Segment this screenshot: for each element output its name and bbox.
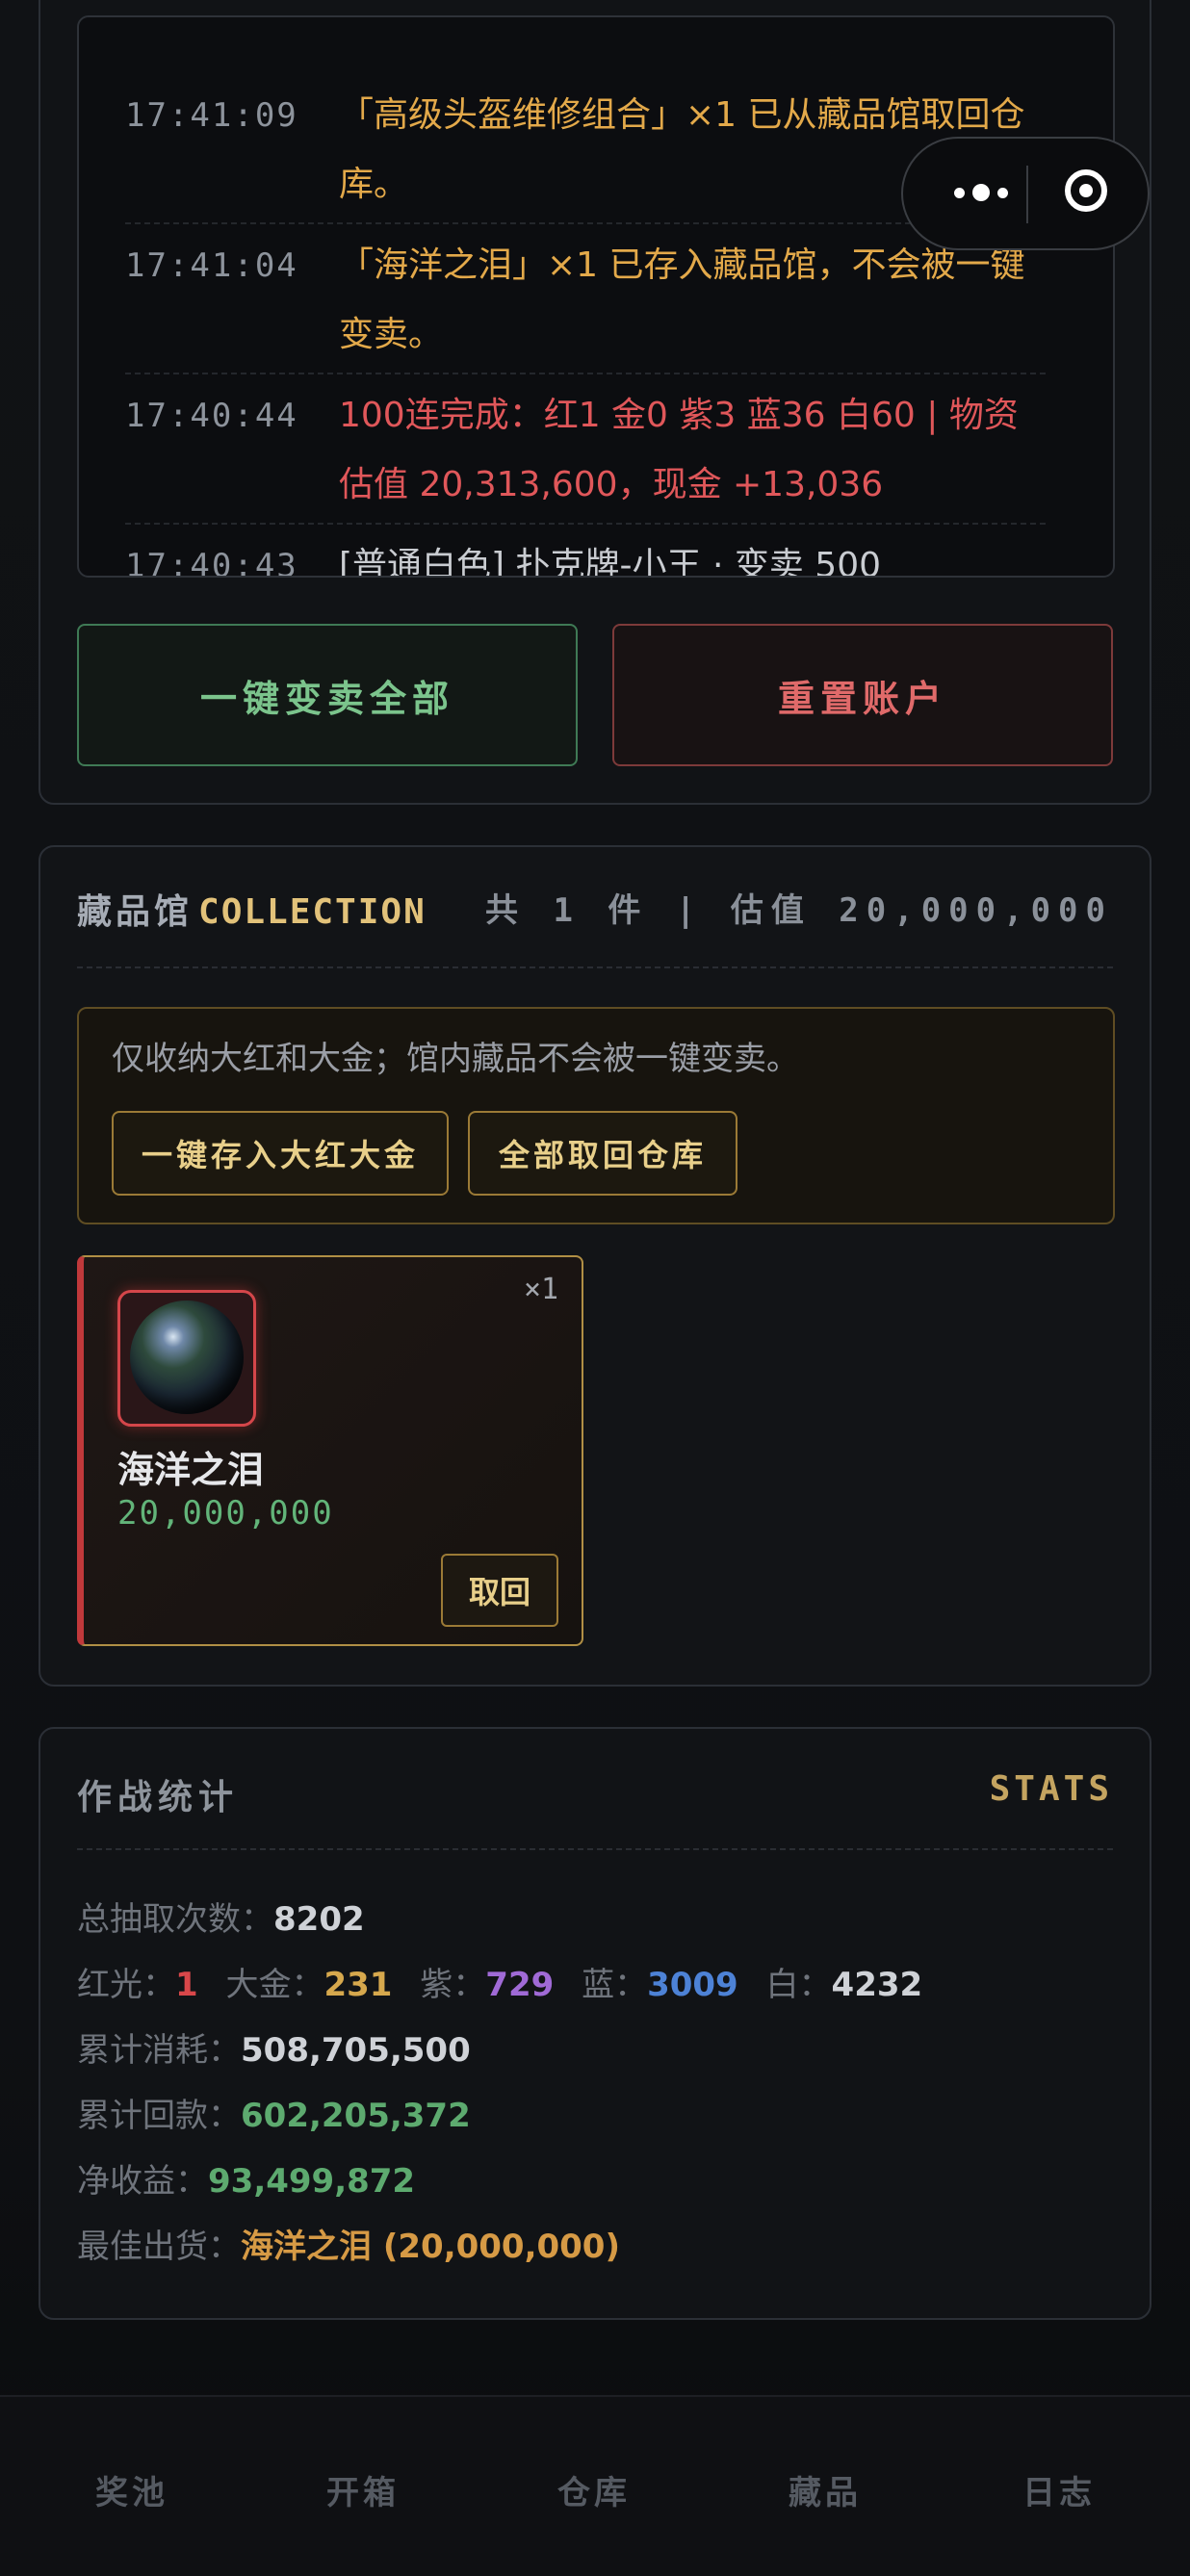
collection-title: 藏品馆 COLLECTION	[77, 884, 427, 934]
tab-prize-pool[interactable]: 奖池	[55, 2466, 209, 2513]
stats-title-en: STATS	[989, 1769, 1113, 1809]
stat-blue-value: 3009	[647, 1966, 738, 2004]
item-value: 20,000,000	[117, 1494, 334, 1533]
ocean-tear-orb-icon	[130, 1301, 244, 1414]
log-time: 17:40:43	[125, 547, 298, 578]
stat-total-spent: 累计消耗：508,705,500	[77, 2022, 471, 2079]
collection-title-cn: 藏品馆	[77, 892, 194, 932]
log-message: [普通白色] 扑克牌-小王 · 变卖 500	[339, 546, 882, 578]
log-divider	[125, 222, 1046, 224]
miniprogram-capsule	[901, 137, 1150, 250]
capsule-divider	[1026, 166, 1028, 223]
stat-value: 602,205,372	[241, 2097, 471, 2135]
stat-value: 海洋之泪 (20,000,000)	[241, 2228, 621, 2266]
tab-log[interactable]: 日志	[982, 2466, 1136, 2513]
item-quantity: ×1	[524, 1273, 559, 1306]
stat-red-value: 1	[175, 1966, 198, 2004]
item-thumbnail	[117, 1290, 256, 1427]
stat-net-profit: 净收益：93,499,872	[77, 2152, 415, 2210]
activity-log[interactable]: 17:41:09 「高级头盔维修组合」×1 已从藏品馆取回仓库。 17:41:0…	[77, 15, 1115, 578]
collection-divider	[77, 966, 1113, 968]
stat-rarity-breakdown: 红光：1 大金：231 紫：729 蓝：3009 白：4232	[77, 1956, 922, 2014]
log-divider	[125, 523, 1046, 525]
stat-value: 8202	[273, 1900, 365, 1939]
stat-purple-value: 729	[485, 1966, 555, 2004]
stat-label: 累计回款：	[77, 2097, 241, 2135]
collection-title-en: COLLECTION	[198, 892, 427, 932]
stat-label: 净收益：	[77, 2162, 208, 2201]
tab-warehouse[interactable]: 仓库	[517, 2466, 671, 2513]
log-time: 17:41:04	[125, 246, 298, 285]
stat-best-drop: 最佳出货：海洋之泪 (20,000,000)	[77, 2218, 620, 2276]
stats-title: 作战统计	[77, 1778, 240, 1817]
collection-summary: 共 1 件 | 估值 20,000,000	[485, 891, 1113, 930]
deposit-red-gold-button[interactable]: 一键存入大红大金	[112, 1111, 449, 1196]
reset-account-button[interactable]: 重置账户	[612, 624, 1113, 766]
stat-value: 508,705,500	[241, 2031, 471, 2070]
stat-white-value: 4232	[831, 1966, 923, 2004]
stat-total-returned: 累计回款：602,205,372	[77, 2087, 471, 2145]
stat-label: 最佳出货：	[77, 2228, 241, 2266]
tab-open-box[interactable]: 开箱	[286, 2466, 440, 2513]
more-icon[interactable]	[938, 166, 1024, 219]
stat-label: 大金：	[225, 1966, 324, 2004]
stat-gold-value: 231	[323, 1966, 393, 2004]
stat-label: 累计消耗：	[77, 2031, 241, 2070]
tab-collection[interactable]: 藏品	[748, 2466, 902, 2513]
log-time: 17:41:09	[125, 96, 298, 135]
log-divider	[125, 373, 1046, 374]
stat-label: 红光：	[77, 1966, 175, 2004]
retrieve-all-button[interactable]: 全部取回仓库	[468, 1111, 737, 1196]
stat-value: 93,499,872	[208, 2162, 416, 2201]
collection-notice-text: 仅收纳大红和大金；馆内藏品不会被一键变卖。	[112, 1040, 799, 1078]
stats-divider	[77, 1848, 1113, 1850]
log-message: 「海洋之泪」×1 已存入藏品馆，不会被一键变卖。	[339, 245, 1025, 354]
stat-label: 紫：	[420, 1966, 486, 2004]
close-target-icon[interactable]	[1065, 169, 1107, 212]
stat-label: 白：	[765, 1966, 832, 2004]
stat-label: 蓝：	[582, 1966, 648, 2004]
log-time: 17:40:44	[125, 397, 298, 435]
item-name: 海洋之泪	[117, 1449, 265, 1491]
stat-total-draws: 总抽取次数：8202	[77, 1891, 365, 1948]
sell-all-button[interactable]: 一键变卖全部	[77, 624, 578, 766]
stat-label: 总抽取次数：	[77, 1900, 273, 1939]
retrieve-item-button[interactable]: 取回	[441, 1554, 558, 1627]
log-message: 100连完成：红1 金0 紫3 蓝36 白60 | 物资估值 20,313,60…	[339, 396, 1019, 504]
